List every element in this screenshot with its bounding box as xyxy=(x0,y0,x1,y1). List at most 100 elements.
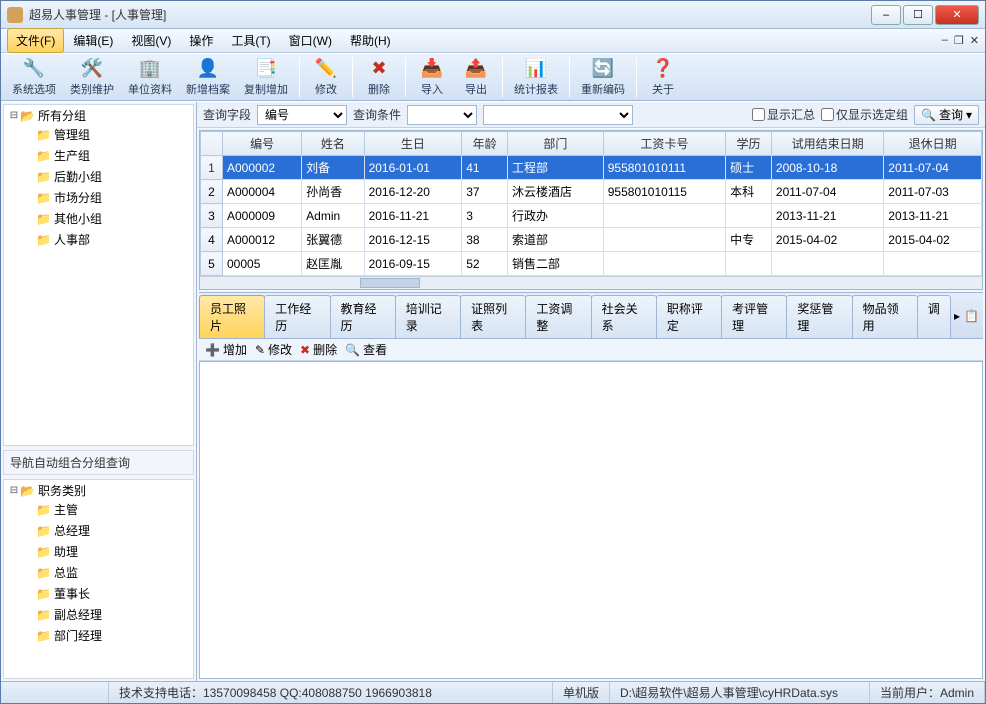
tree-item-label: 总经理 xyxy=(54,522,90,539)
mdi-minimize-button[interactable]: – xyxy=(942,34,948,47)
menu-view[interactable]: 视图(V) xyxy=(122,28,180,53)
tab-10[interactable]: 物品领用 xyxy=(852,295,918,338)
column-header[interactable]: 年龄 xyxy=(462,132,508,156)
folder-icon xyxy=(36,524,54,538)
cell-trial xyxy=(771,252,883,276)
window-close-button[interactable] xyxy=(935,5,979,25)
tree-item[interactable]: 董事长 xyxy=(24,585,193,602)
tool-recode[interactable]: 🔄重新编码 xyxy=(574,55,632,99)
column-header[interactable]: 部门 xyxy=(508,132,604,156)
folder-icon xyxy=(36,545,54,559)
tab-8[interactable]: 考评管理 xyxy=(721,295,787,338)
menu-file[interactable]: 文件(F) xyxy=(7,28,64,53)
plus-icon: ➕ xyxy=(205,343,220,357)
toolbar-separator xyxy=(502,57,503,97)
sidebar: ⊟所有分组 管理组生产组后勤小组市场分组其他小组人事部 导航自动组合分组查询 ⊟… xyxy=(1,102,197,681)
tree-item[interactable]: 部门经理 xyxy=(24,627,193,644)
query-field-select[interactable]: 编号 xyxy=(257,105,347,125)
scrollbar-thumb[interactable] xyxy=(360,278,420,288)
tab-0[interactable]: 员工照片 xyxy=(199,295,265,338)
chart-icon: 📊 xyxy=(524,58,548,79)
tree-item[interactable]: 管理组 xyxy=(24,126,193,143)
detail-add-button[interactable]: ➕增加 xyxy=(205,341,247,358)
column-header[interactable]: 编号 xyxy=(223,132,302,156)
mdi-close-button[interactable]: ✕ xyxy=(970,34,979,47)
tree-item[interactable]: 总监 xyxy=(24,564,193,581)
tab-7[interactable]: 职称评定 xyxy=(656,295,722,338)
menu-operate[interactable]: 操作 xyxy=(180,28,222,53)
status-user: 当前用户：Admin xyxy=(870,682,985,703)
column-header[interactable]: 姓名 xyxy=(302,132,364,156)
folder-icon xyxy=(36,629,54,643)
menu-tools[interactable]: 工具(T) xyxy=(222,28,279,53)
tree-item[interactable]: 生产组 xyxy=(24,147,193,164)
tool-system-options[interactable]: 🔧系统选项 xyxy=(5,55,63,99)
cell-edu: 硕士 xyxy=(726,156,772,180)
tool-copy-add[interactable]: 📑复制增加 xyxy=(237,55,295,99)
table-row[interactable]: 500005赵匡胤2016-09-1552销售二部 xyxy=(201,252,982,276)
tree-item[interactable]: 主管 xyxy=(24,501,193,518)
tool-import[interactable]: 📥导入 xyxy=(410,55,454,99)
column-header[interactable]: 生日 xyxy=(364,132,462,156)
window-minimize-button[interactable] xyxy=(871,5,901,25)
tool-about[interactable]: ❓关于 xyxy=(641,55,685,99)
column-header[interactable]: 工资卡号 xyxy=(603,132,725,156)
column-header[interactable]: 学历 xyxy=(726,132,772,156)
tab-11[interactable]: 调 xyxy=(917,295,951,338)
tree-item[interactable]: 副总经理 xyxy=(24,606,193,623)
query-value-select[interactable] xyxy=(483,105,633,125)
tool-export[interactable]: 📤导出 xyxy=(454,55,498,99)
table-row[interactable]: 1A000002刘备2016-01-0141工程部955801010111硕士2… xyxy=(201,156,982,180)
tree-item[interactable]: 后勤小组 xyxy=(24,168,193,185)
query-search-button[interactable]: 🔍查询▾ xyxy=(914,105,979,125)
tool-modify[interactable]: ✏️修改 xyxy=(304,55,348,99)
mdi-restore-button[interactable]: ❐ xyxy=(954,34,964,47)
column-header[interactable]: 退休日期 xyxy=(884,132,982,156)
tree-item[interactable]: 助理 xyxy=(24,543,193,560)
tab-scroll-icon[interactable]: ▸ xyxy=(954,309,960,323)
query-cond-select[interactable] xyxy=(407,105,477,125)
table-row[interactable]: 4A000012张翼德2016-12-1538索道部中专2015-04-0220… xyxy=(201,228,982,252)
menu-edit[interactable]: 编辑(E) xyxy=(64,28,122,53)
table-row[interactable]: 3A000009Admin2016-11-213行政办2013-11-21201… xyxy=(201,204,982,228)
tab-6[interactable]: 社会关系 xyxy=(591,295,657,338)
tab-9[interactable]: 奖惩管理 xyxy=(786,295,852,338)
tool-unit-info[interactable]: 🏢单位资料 xyxy=(121,55,179,99)
tree-item[interactable]: 其他小组 xyxy=(24,210,193,227)
window-maximize-button[interactable] xyxy=(903,5,933,25)
detail-view-button[interactable]: 🔍查看 xyxy=(345,341,387,358)
tree-item-label: 管理组 xyxy=(54,126,90,143)
tree-root-all-groups[interactable]: ⊟所有分组 xyxy=(8,107,193,124)
grid-hscroll[interactable] xyxy=(200,276,982,289)
tool-stats-report[interactable]: 📊统计报表 xyxy=(507,55,565,99)
toolbar-separator xyxy=(636,57,637,97)
table-row[interactable]: 2A000004孙尚香2016-12-2037沐云楼酒店955801010115… xyxy=(201,180,982,204)
tree-root-position[interactable]: ⊟职务类别 xyxy=(8,482,193,499)
detail-delete-button[interactable]: ✖删除 xyxy=(300,341,337,358)
check-show-summary[interactable]: 显示汇总 xyxy=(752,106,815,123)
titlebar: 超易人事管理 - [人事管理] xyxy=(1,1,985,29)
tab-4[interactable]: 证照列表 xyxy=(460,295,526,338)
refresh-icon: 🔄 xyxy=(591,58,615,79)
check-only-selected-group[interactable]: 仅显示选定组 xyxy=(821,106,908,123)
tab-5[interactable]: 工资调整 xyxy=(525,295,591,338)
tab-3[interactable]: 培训记录 xyxy=(395,295,461,338)
tool-new-record[interactable]: 👤新增档案 xyxy=(179,55,237,99)
tab-list-icon[interactable]: 📋 xyxy=(964,309,979,323)
tab-2[interactable]: 教育经历 xyxy=(330,295,396,338)
folder-icon xyxy=(36,149,54,163)
menu-help[interactable]: 帮助(H) xyxy=(341,28,400,53)
tree-item-label: 市场分组 xyxy=(54,189,102,206)
column-header[interactable]: 试用结束日期 xyxy=(771,132,883,156)
tree-item[interactable]: 市场分组 xyxy=(24,189,193,206)
tab-1[interactable]: 工作经历 xyxy=(264,295,330,338)
tree-item[interactable]: 总经理 xyxy=(24,522,193,539)
window-title: 超易人事管理 - [人事管理] xyxy=(29,6,871,23)
tree-item[interactable]: 人事部 xyxy=(24,231,193,248)
detail-modify-button[interactable]: ✎修改 xyxy=(255,341,292,358)
folder-open-icon xyxy=(20,484,38,498)
menu-window[interactable]: 窗口(W) xyxy=(280,28,341,53)
tool-category-maintain[interactable]: 🛠️类别维护 xyxy=(63,55,121,99)
tool-delete[interactable]: ✖删除 xyxy=(357,55,401,99)
cell-age: 38 xyxy=(462,228,508,252)
